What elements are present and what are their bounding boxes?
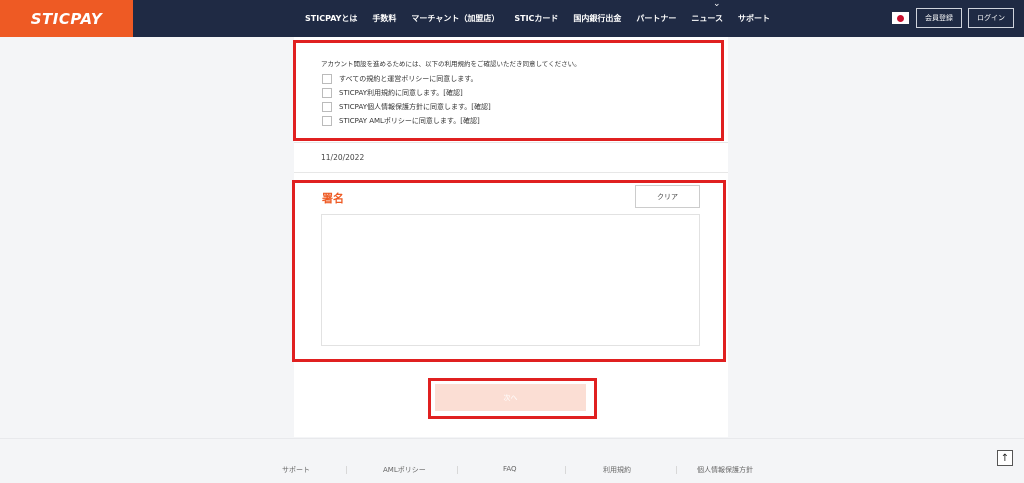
divider (294, 172, 728, 173)
footer-separator (346, 466, 347, 474)
signature-pad[interactable] (321, 214, 700, 346)
sticpay-logo[interactable]: STICPAY (0, 0, 133, 37)
footer-separator (676, 466, 677, 474)
aml-policy-checkbox[interactable] (322, 115, 332, 126)
footer-link-terms[interactable]: 利用規約 (603, 465, 631, 475)
top-header: STICPAY STICPAYとは 手数料 マーチャント（加盟店） STICカー… (0, 0, 1024, 37)
term-row-all[interactable]: すべての規約と運営ポリシーに同意します。 (322, 73, 478, 84)
nav-item-news[interactable]: ニュース (691, 13, 723, 24)
nav-item-merchant[interactable]: マーチャント（加盟店） (411, 13, 499, 24)
agree-all-checkbox[interactable] (322, 73, 332, 84)
terms-of-use-checkbox[interactable] (322, 87, 332, 98)
footer-link-privacy[interactable]: 個人情報保護方針 (697, 465, 753, 475)
footer-separator (565, 466, 566, 474)
date-value: 11/20/2022 (321, 153, 365, 162)
nav-item-stic-card[interactable]: STICカード (514, 13, 558, 24)
term-row-aml[interactable]: STICPAY AMLポリシーに同意します。[確認] (322, 115, 480, 126)
chevron-down-icon[interactable]: ⌄ (713, 0, 721, 9)
term-row-privacy[interactable]: STICPAY個人情報保護方針に同意します。[確認] (322, 101, 491, 112)
signup-button[interactable]: 会員登録 (916, 8, 962, 28)
nav-item-support[interactable]: サポート (738, 13, 770, 24)
arrow-up-icon[interactable]: ↑ (997, 450, 1013, 466)
next-button[interactable]: 次へ (435, 384, 586, 411)
term-row-terms-of-use[interactable]: STICPAY利用規約に同意します。[確認] (322, 87, 463, 98)
term-label-aml: STICPAY AMLポリシーに同意します。[確認] (339, 116, 480, 125)
nav-item-partner[interactable]: パートナー (636, 13, 676, 24)
term-label-all: すべての規約と運営ポリシーに同意します。 (339, 74, 478, 83)
footer-link-aml[interactable]: AMLポリシー (383, 465, 426, 475)
term-label-privacy: STICPAY個人情報保護方針に同意します。[確認] (339, 102, 491, 111)
signature-title: 署名 (322, 192, 344, 205)
terms-intro-text: アカウント開設を進めるためには、以下の利用規約をご確認いただき同意してください。 (321, 60, 581, 68)
logo-text: STICPAY (30, 9, 103, 28)
privacy-policy-checkbox[interactable] (322, 101, 332, 112)
footer-separator (457, 466, 458, 474)
nav-item-fees[interactable]: 手数料 (372, 13, 396, 24)
login-button[interactable]: ログイン (968, 8, 1014, 28)
term-label-terms-of-use: STICPAY利用規約に同意します。[確認] (339, 88, 463, 97)
divider (294, 142, 728, 143)
footer-link-support[interactable]: サポート (282, 465, 310, 475)
clear-signature-button[interactable]: クリア (635, 185, 700, 208)
japan-flag-icon[interactable] (892, 12, 909, 24)
page-footer (0, 438, 1024, 483)
footer-link-faq[interactable]: FAQ (503, 465, 517, 473)
nav-item-about[interactable]: STICPAYとは (305, 13, 357, 24)
nav-item-domestic-withdrawal[interactable]: 国内銀行出金 (573, 13, 621, 24)
